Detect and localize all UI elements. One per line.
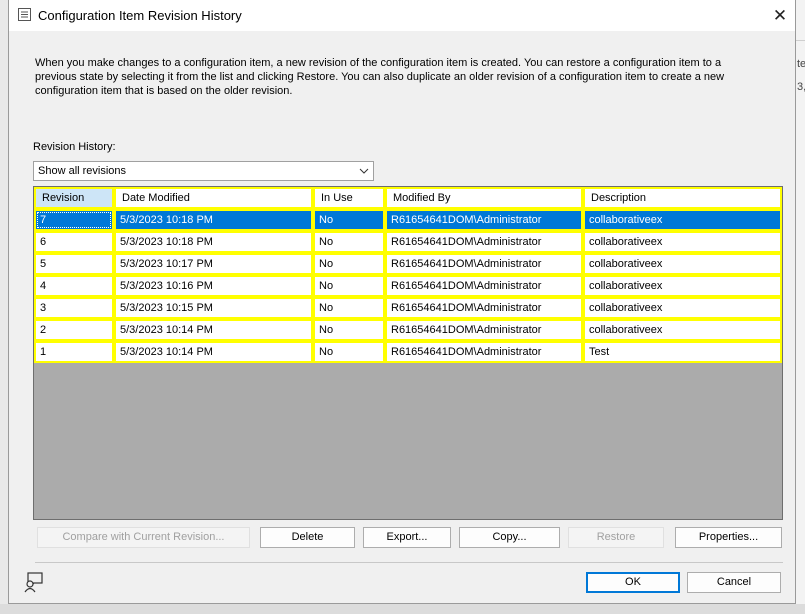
cell-description: collaborativeex bbox=[583, 275, 782, 297]
column-header-in-use[interactable]: In Use bbox=[313, 187, 385, 209]
cell-description: collaborativeex bbox=[583, 253, 782, 275]
cell-revision: 5 bbox=[34, 253, 114, 275]
cell-date-modified: 5/3/2023 10:16 PM bbox=[114, 275, 313, 297]
cell-in-use: No bbox=[313, 231, 385, 253]
close-icon[interactable]: ✕ bbox=[765, 0, 795, 31]
help-icon[interactable] bbox=[23, 571, 45, 593]
chevron-down-icon bbox=[359, 168, 369, 174]
cell-revision: 4 bbox=[34, 275, 114, 297]
cell-modified-by: R61654641DOM\Administrator bbox=[385, 209, 583, 231]
cell-date-modified: 5/3/2023 10:14 PM bbox=[114, 319, 313, 341]
properties-button[interactable]: Properties... bbox=[675, 527, 782, 548]
cancel-button[interactable]: Cancel bbox=[687, 572, 781, 593]
background-text-fragment: te bbox=[797, 58, 805, 70]
intro-text: When you make changes to a configuration… bbox=[35, 57, 725, 97]
cell-revision: 6 bbox=[34, 231, 114, 253]
cell-in-use: No bbox=[313, 253, 385, 275]
cell-date-modified: 5/3/2023 10:18 PM bbox=[114, 209, 313, 231]
revision-history-label: Revision History: bbox=[33, 141, 116, 153]
cell-in-use: No bbox=[313, 275, 385, 297]
cell-description: collaborativeex bbox=[583, 231, 782, 253]
background-window-edge bbox=[0, 604, 805, 614]
revision-history-dialog: Configuration Item Revision History ✕ Wh… bbox=[8, 0, 796, 604]
dialog-title: Configuration Item Revision History bbox=[38, 8, 242, 23]
cell-description: collaborativeex bbox=[583, 209, 782, 231]
column-header-revision[interactable]: Revision bbox=[34, 187, 114, 209]
cell-date-modified: 5/3/2023 10:14 PM bbox=[114, 341, 313, 363]
restore-button[interactable]: Restore bbox=[568, 527, 664, 548]
cell-description: Test bbox=[583, 341, 782, 363]
cell-in-use: No bbox=[313, 341, 385, 363]
column-header-modified-by[interactable]: Modified By bbox=[385, 187, 583, 209]
background-text-fragment: 3, bbox=[797, 81, 805, 93]
cell-revision: 2 bbox=[34, 319, 114, 341]
column-header-date-modified[interactable]: Date Modified bbox=[114, 187, 313, 209]
cell-revision: 3 bbox=[34, 297, 114, 319]
cell-revision: 1 bbox=[34, 341, 114, 363]
background-divider bbox=[796, 40, 805, 41]
cell-modified-by: R61654641DOM\Administrator bbox=[385, 275, 583, 297]
delete-button[interactable]: Delete bbox=[260, 527, 355, 548]
button-divider bbox=[35, 562, 783, 563]
cell-description: collaborativeex bbox=[583, 319, 782, 341]
cell-modified-by: R61654641DOM\Administrator bbox=[385, 341, 583, 363]
cell-in-use: No bbox=[313, 297, 385, 319]
cell-description: collaborativeex bbox=[583, 297, 782, 319]
cell-modified-by: R61654641DOM\Administrator bbox=[385, 319, 583, 341]
dropdown-selected-value: Show all revisions bbox=[38, 165, 127, 177]
compare-with-current-revision-button[interactable]: Compare with Current Revision... bbox=[37, 527, 250, 548]
background-window: te 3, bbox=[796, 0, 805, 614]
cell-date-modified: 5/3/2023 10:15 PM bbox=[114, 297, 313, 319]
cell-in-use: No bbox=[313, 209, 385, 231]
column-header-description[interactable]: Description bbox=[583, 187, 782, 209]
window-icon bbox=[18, 8, 31, 21]
ok-button[interactable]: OK bbox=[586, 572, 680, 593]
cell-modified-by: R61654641DOM\Administrator bbox=[385, 231, 583, 253]
revision-table[interactable]: Revision Date Modified In Use Modified B… bbox=[33, 186, 783, 520]
cell-in-use: No bbox=[313, 319, 385, 341]
cell-modified-by: R61654641DOM\Administrator bbox=[385, 253, 583, 275]
title-bar[interactable]: Configuration Item Revision History ✕ bbox=[9, 0, 795, 31]
cell-modified-by: R61654641DOM\Administrator bbox=[385, 297, 583, 319]
cell-revision: 7 bbox=[34, 209, 114, 231]
export-button[interactable]: Export... bbox=[363, 527, 451, 548]
revision-filter-dropdown[interactable]: Show all revisions bbox=[33, 161, 374, 181]
cell-date-modified: 5/3/2023 10:17 PM bbox=[114, 253, 313, 275]
cell-date-modified: 5/3/2023 10:18 PM bbox=[114, 231, 313, 253]
copy-button[interactable]: Copy... bbox=[459, 527, 560, 548]
